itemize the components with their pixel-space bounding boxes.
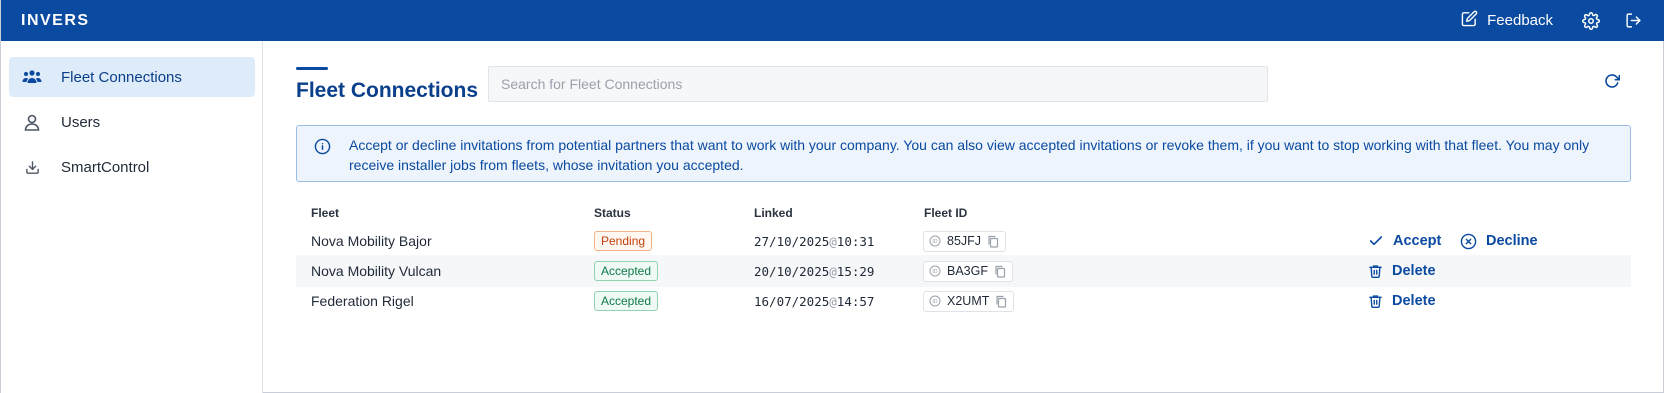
logout-button[interactable] xyxy=(1623,11,1643,31)
logout-icon xyxy=(1625,13,1641,28)
info-banner: Accept or decline invitations from poten… xyxy=(296,125,1631,182)
fleet-id-value: 85JFJ xyxy=(947,234,982,248)
svg-text:ID: ID xyxy=(932,269,937,275)
column-header-fleet: Fleet xyxy=(311,206,340,220)
status-badge: Pending xyxy=(594,231,653,251)
sidebar-item-fleet-connections[interactable]: Fleet Connections xyxy=(9,57,255,97)
fleet-name: Nova Mobility Bajor xyxy=(311,233,432,249)
id-icon: ID xyxy=(929,295,941,307)
feedback-label: Feedback xyxy=(1487,12,1553,29)
linked-date: 16/07/2025 xyxy=(754,293,830,309)
linked-time: 10:31 xyxy=(836,233,875,249)
download-icon xyxy=(21,157,43,177)
table-row: Federation Rigel Accepted 16/07/2025 @14:… xyxy=(296,285,1631,317)
check-icon xyxy=(1369,236,1383,246)
decline-button[interactable]: Decline xyxy=(1460,233,1538,250)
at-separator: @ xyxy=(829,263,837,279)
fleet-id-chip: ID X2UMT xyxy=(923,290,1015,312)
feedback-button[interactable]: Feedback xyxy=(1461,10,1553,31)
column-header-status: Status xyxy=(594,206,631,220)
linked-timestamp: 27/10/2025 @10:31 xyxy=(754,225,874,257)
copy-icon[interactable] xyxy=(994,265,1006,278)
fleet-name: Federation Rigel xyxy=(311,293,414,309)
status-badge: Accepted xyxy=(594,291,659,311)
fleet-id-chip: ID 85JFJ xyxy=(923,230,1007,252)
fleet-id-value: X2UMT xyxy=(947,294,990,308)
top-bar: INVERS Feedback xyxy=(1,0,1664,41)
refresh-button[interactable] xyxy=(1604,73,1622,91)
page-title: Fleet Connections xyxy=(296,79,479,102)
user-icon xyxy=(21,112,43,132)
delete-button[interactable]: Delete xyxy=(1368,293,1436,309)
edit-icon xyxy=(1461,10,1478,31)
trash-icon xyxy=(1369,265,1382,278)
fleet-id-chip: ID BA3GF xyxy=(923,260,1013,282)
app-logo: INVERS xyxy=(21,12,90,29)
copy-icon[interactable] xyxy=(987,235,999,248)
table-row: Nova Mobility Vulcan Accepted 20/10/2025… xyxy=(296,255,1631,287)
column-header-fleet-id: Fleet ID xyxy=(924,206,968,220)
search-input[interactable] xyxy=(488,66,1268,102)
delete-button[interactable]: Delete xyxy=(1368,263,1436,279)
at-separator: @ xyxy=(829,293,837,309)
column-header-linked: Linked xyxy=(754,206,793,220)
main-content: Fleet Connections Accept or decline invi… xyxy=(264,41,1664,393)
info-icon xyxy=(314,138,332,156)
linked-timestamp: 20/10/2025 @15:29 xyxy=(754,255,874,287)
settings-button[interactable] xyxy=(1581,11,1601,31)
linked-timestamp: 16/07/2025 @14:57 xyxy=(754,285,874,317)
fleet-name: Nova Mobility Vulcan xyxy=(311,263,442,279)
fleet-id-value: BA3GF xyxy=(947,264,988,278)
title-accent xyxy=(296,67,328,70)
linked-time: 15:29 xyxy=(836,263,875,279)
linked-date: 20/10/2025 xyxy=(754,263,830,279)
sidebar-item-smartcontrol[interactable]: SmartControl xyxy=(9,147,255,187)
copy-icon[interactable] xyxy=(995,295,1007,308)
accept-button[interactable]: Accept xyxy=(1368,233,1441,249)
svg-text:ID: ID xyxy=(932,299,937,305)
trash-icon xyxy=(1369,295,1382,308)
gear-icon xyxy=(1582,11,1600,30)
close-circle-icon xyxy=(1460,233,1477,249)
delete-label: Delete xyxy=(1392,293,1436,309)
linked-date: 27/10/2025 xyxy=(754,233,830,249)
refresh-icon xyxy=(1605,74,1621,88)
top-actions: Feedback xyxy=(1461,0,1664,41)
status-badge: Accepted xyxy=(594,261,659,281)
linked-time: 14:57 xyxy=(836,293,875,309)
svg-text:ID: ID xyxy=(932,239,937,245)
page-header: Fleet Connections xyxy=(296,67,478,103)
app-frame: INVERS Feedback Fleet Connections Users … xyxy=(0,0,1664,393)
sidebar: Fleet Connections Users SmartControl xyxy=(1,41,263,393)
sidebar-item-users[interactable]: Users xyxy=(9,102,255,142)
id-icon: ID xyxy=(929,265,941,277)
at-separator: @ xyxy=(829,233,837,249)
sidebar-item-label: Users xyxy=(61,113,101,131)
id-icon: ID xyxy=(929,235,941,247)
decline-label: Decline xyxy=(1486,233,1538,249)
table-row: Nova Mobility Bajor Pending 27/10/2025 @1… xyxy=(296,225,1631,257)
delete-label: Delete xyxy=(1392,263,1436,279)
users-group-icon xyxy=(21,67,43,87)
accept-label: Accept xyxy=(1393,233,1442,249)
sidebar-item-label: SmartControl xyxy=(61,158,150,176)
info-text: Accept or decline invitations from poten… xyxy=(349,137,1590,173)
sidebar-item-label: Fleet Connections xyxy=(61,68,182,86)
